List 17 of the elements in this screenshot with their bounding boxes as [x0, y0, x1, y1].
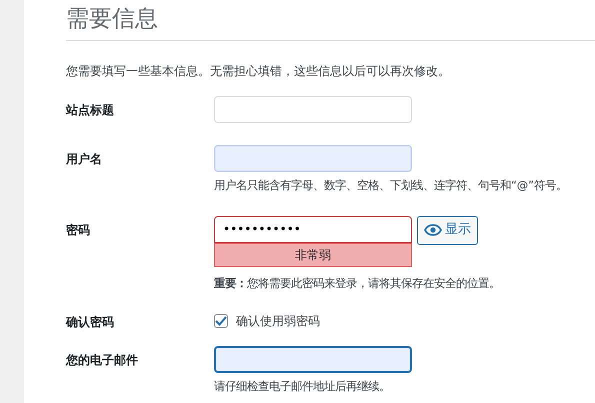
- text-field[interactable]: [214, 346, 412, 374]
- field-hint: 重要：您将需要此密码来登录，请将其保存在安全的位置。: [214, 276, 500, 292]
- checkbox-label: 确认使用弱密码: [236, 313, 320, 330]
- field-hint: 请仔细检查电子邮件地址后再继续。: [214, 379, 391, 396]
- password-field[interactable]: •••••••••••: [214, 216, 412, 243]
- intro-text: 您需要填写一些基本信息。无需担心填错，这些信息以后可以再次修改。: [66, 62, 451, 80]
- field-label: 用户名: [66, 150, 103, 168]
- field-label: 确认密码: [66, 314, 115, 332]
- show-password-button[interactable]: 显示: [417, 216, 478, 245]
- page-heading: 需要信息: [66, 6, 595, 41]
- field-label: 密码: [66, 222, 91, 239]
- eye-icon: [424, 224, 442, 236]
- field-label: 站点标题: [66, 102, 115, 119]
- field-label: 您的电子邮件: [66, 352, 139, 370]
- field-hint: 用户名只能含有字母、数字、空格、下划线、连字符、句号和“@”符号。: [214, 178, 568, 194]
- strength-meter: 非常弱: [214, 242, 412, 267]
- checkbox[interactable]: [214, 314, 228, 328]
